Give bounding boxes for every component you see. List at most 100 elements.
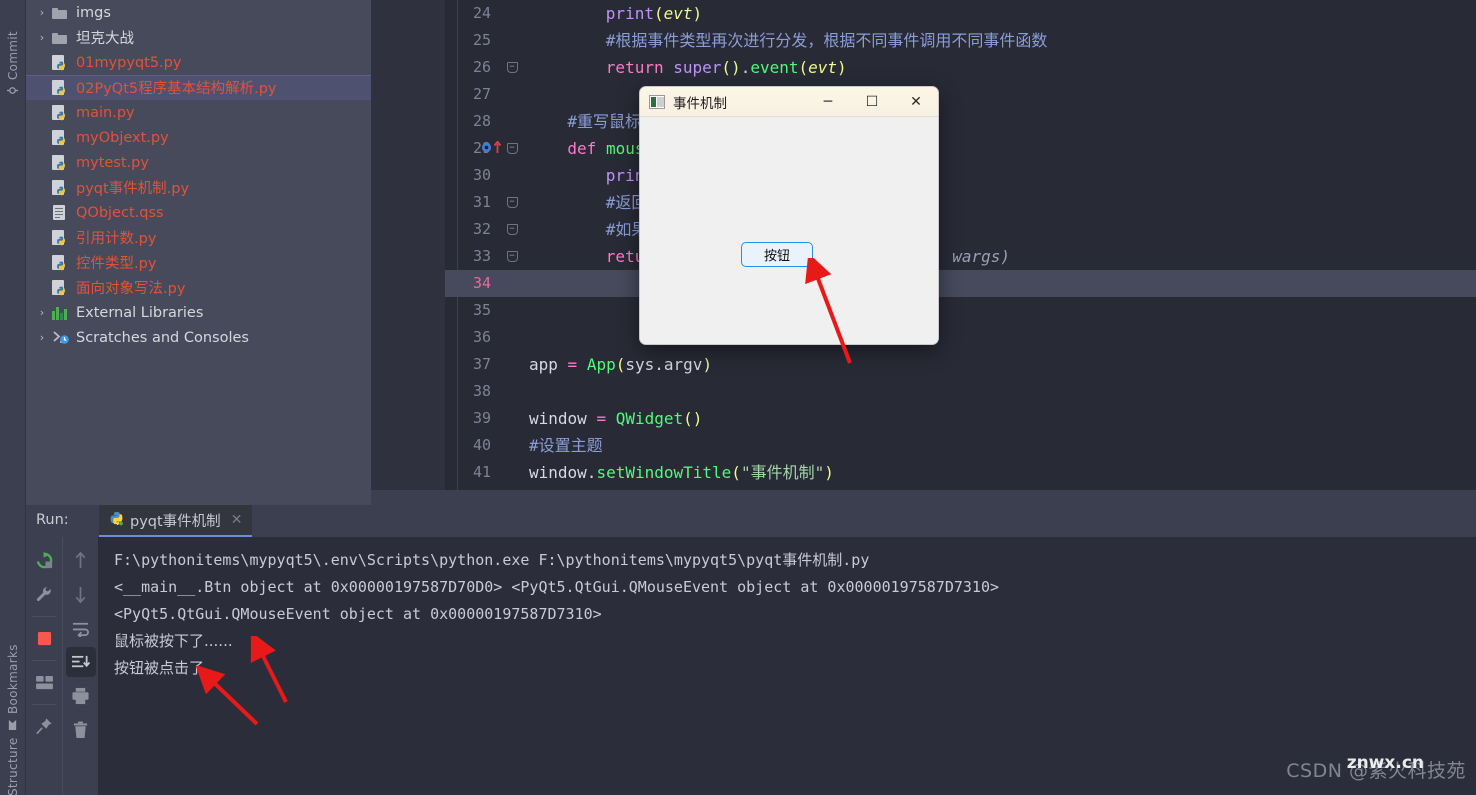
code-line[interactable]: 33−return supewargs): [445, 243, 1476, 270]
qt-maximize-button[interactable]: ☐: [850, 87, 894, 117]
override-method-icon[interactable]: [481, 141, 502, 154]
scroll-to-end-icon[interactable]: [65, 647, 96, 677]
code-token: window.: [529, 463, 597, 482]
tree-item-label: 面向对象写法.py: [76, 281, 186, 297]
code-token: "事件机制": [740, 463, 825, 482]
tree-item-folder[interactable]: › 坦克大战: [26, 25, 371, 50]
code-token: ): [692, 409, 703, 428]
tree-item-file[interactable]: 02PyQt5程序基本结构解析.py: [26, 75, 371, 100]
soft-wrap-icon[interactable]: [66, 613, 96, 643]
chevron-right-icon[interactable]: ›: [36, 31, 48, 44]
tool-window-bookmarks[interactable]: Bookmarks: [0, 620, 26, 730]
qt-close-button[interactable]: ✕: [894, 87, 938, 117]
tree-item-label: Scratches and Consoles: [76, 329, 249, 346]
rerun-icon[interactable]: [29, 545, 59, 575]
tree-item-file[interactable]: QObject.qss: [26, 200, 371, 225]
tree-item-file[interactable]: 控件类型.py: [26, 250, 371, 275]
code-text: app = App(sys.argv): [529, 351, 712, 378]
print-icon[interactable]: [66, 681, 96, 711]
console-line: 按钮被点击了: [114, 659, 205, 677]
qt-minimize-button[interactable]: ─: [806, 87, 850, 117]
code-line[interactable]: 27: [445, 81, 1476, 108]
code-line[interactable]: 24 print(evt): [445, 0, 1476, 27]
tree-item-file[interactable]: mytest.py: [26, 150, 371, 175]
qt-application-window[interactable]: 事件机制 ─ ☐ ✕ 按钮: [639, 86, 939, 345]
editor-code-area[interactable]: 24 print(evt) 25 #根据事件类型再次进行分发，根据不同事件调用不同事件…: [445, 0, 1476, 490]
tree-item-file[interactable]: › Scratches and Consoles: [26, 325, 371, 350]
code-line[interactable]: 30print("鼠标被: [445, 162, 1476, 189]
code-line[interactable]: 26− return super().event(evt): [445, 54, 1476, 81]
code-fold-marker[interactable]: −: [505, 216, 519, 243]
code-line[interactable]: 29−def mousePressE: [445, 135, 1476, 162]
run-tab[interactable]: pyqt事件机制 ✕: [99, 505, 253, 537]
line-number: 40: [472, 436, 491, 454]
chevron-right-icon[interactable]: ›: [36, 6, 48, 19]
commit-icon: [6, 85, 20, 96]
run-toolbar: [26, 537, 98, 795]
python-file-icon: [52, 54, 74, 71]
commit-label: Commit: [6, 31, 20, 80]
tree-item-label: 01mypyqt5.py: [76, 54, 182, 71]
code-text: #根据事件类型再次进行分发，根据不同事件调用不同事件函数: [529, 27, 1048, 54]
line-number: 39: [472, 409, 491, 427]
tool-window-structure[interactable]: Structure: [0, 724, 26, 795]
python-icon: [109, 511, 124, 530]
tree-item-folder[interactable]: › imgs: [26, 0, 371, 25]
line-number: 25: [472, 31, 491, 49]
console-output[interactable]: F:\pythonitems\mypyqt5\.env\Scripts\pyth…: [98, 537, 1476, 795]
tree-item-file[interactable]: 面向对象写法.py: [26, 275, 371, 300]
tool-window-commit[interactable]: Commit: [0, 4, 26, 96]
layout-icon[interactable]: [29, 667, 59, 697]
code-token: setWindowTitle: [596, 463, 732, 482]
qt-titlebar[interactable]: 事件机制 ─ ☐ ✕: [640, 87, 938, 117]
code-fold-marker[interactable]: −: [505, 54, 519, 81]
tree-item-file[interactable]: pyqt事件机制.py: [26, 175, 371, 200]
code-line[interactable]: 39 window = QWidget(): [445, 405, 1476, 432]
code-line[interactable]: 35: [445, 297, 1476, 324]
code-line[interactable]: 31−#返回父类鼠标事: [445, 189, 1476, 216]
project-tree-panel[interactable]: › imgs › 坦克大战 01mypyqt5.py 02PyQt5程序基本结构解析.py…: [26, 0, 371, 505]
tree-item-file[interactable]: › External Libraries: [26, 300, 371, 325]
code-line[interactable]: 37 app = App(sys.argv): [445, 351, 1476, 378]
tree-item-file[interactable]: 引用计数.py: [26, 225, 371, 250]
code-fold-marker[interactable]: −: [505, 243, 519, 270]
pin-tab-icon[interactable]: [29, 711, 59, 741]
code-token: (: [731, 463, 741, 482]
code-line[interactable]: 38: [445, 378, 1476, 405]
scroll-up-icon[interactable]: [66, 545, 96, 575]
project-panel-footer: [26, 490, 371, 505]
code-fold-marker[interactable]: −: [505, 135, 519, 162]
code-token: sys.argv: [625, 355, 703, 374]
run-tab-close-icon[interactable]: ✕: [227, 512, 243, 528]
run-toolbar-right-column: [62, 537, 98, 795]
stop-icon[interactable]: [29, 623, 59, 653]
toolbar-divider: [32, 660, 56, 661]
code-line[interactable]: 32−#如果不返回，则: [445, 216, 1476, 243]
code-line[interactable]: 25 #根据事件类型再次进行分发，根据不同事件调用不同事件函数: [445, 27, 1476, 54]
tree-item-file[interactable]: main.py: [26, 100, 371, 125]
code-line[interactable]: 28#重写鼠标被按下事件: [445, 108, 1476, 135]
tree-item-file[interactable]: myObjext.py: [26, 125, 371, 150]
code-line[interactable]: 41 window.setWindowTitle("事件机制"): [445, 459, 1476, 486]
settings-wrench-icon[interactable]: [29, 579, 59, 609]
code-line[interactable]: 40 #设置主题: [445, 432, 1476, 459]
code-line[interactable]: 34: [445, 270, 1476, 297]
chevron-right-icon[interactable]: ›: [36, 306, 48, 319]
tree-item-label: QObject.qss: [76, 204, 164, 221]
python-file-icon: [52, 104, 74, 121]
scroll-down-icon[interactable]: [66, 579, 96, 609]
python-file-icon: [52, 279, 74, 296]
clear-all-icon[interactable]: [66, 715, 96, 745]
qt-push-button[interactable]: 按钮: [741, 242, 813, 267]
line-number: 38: [472, 382, 491, 400]
run-toolbar-left-column: [26, 537, 62, 795]
code-token: (: [721, 58, 732, 77]
bookmarks-label: Bookmarks: [6, 644, 20, 714]
code-token: return: [605, 58, 664, 77]
tree-item-file[interactable]: 01mypyqt5.py: [26, 50, 371, 75]
code-line[interactable]: 36: [445, 324, 1476, 351]
chevron-right-icon[interactable]: ›: [36, 331, 48, 344]
code-fold-marker[interactable]: −: [505, 189, 519, 216]
